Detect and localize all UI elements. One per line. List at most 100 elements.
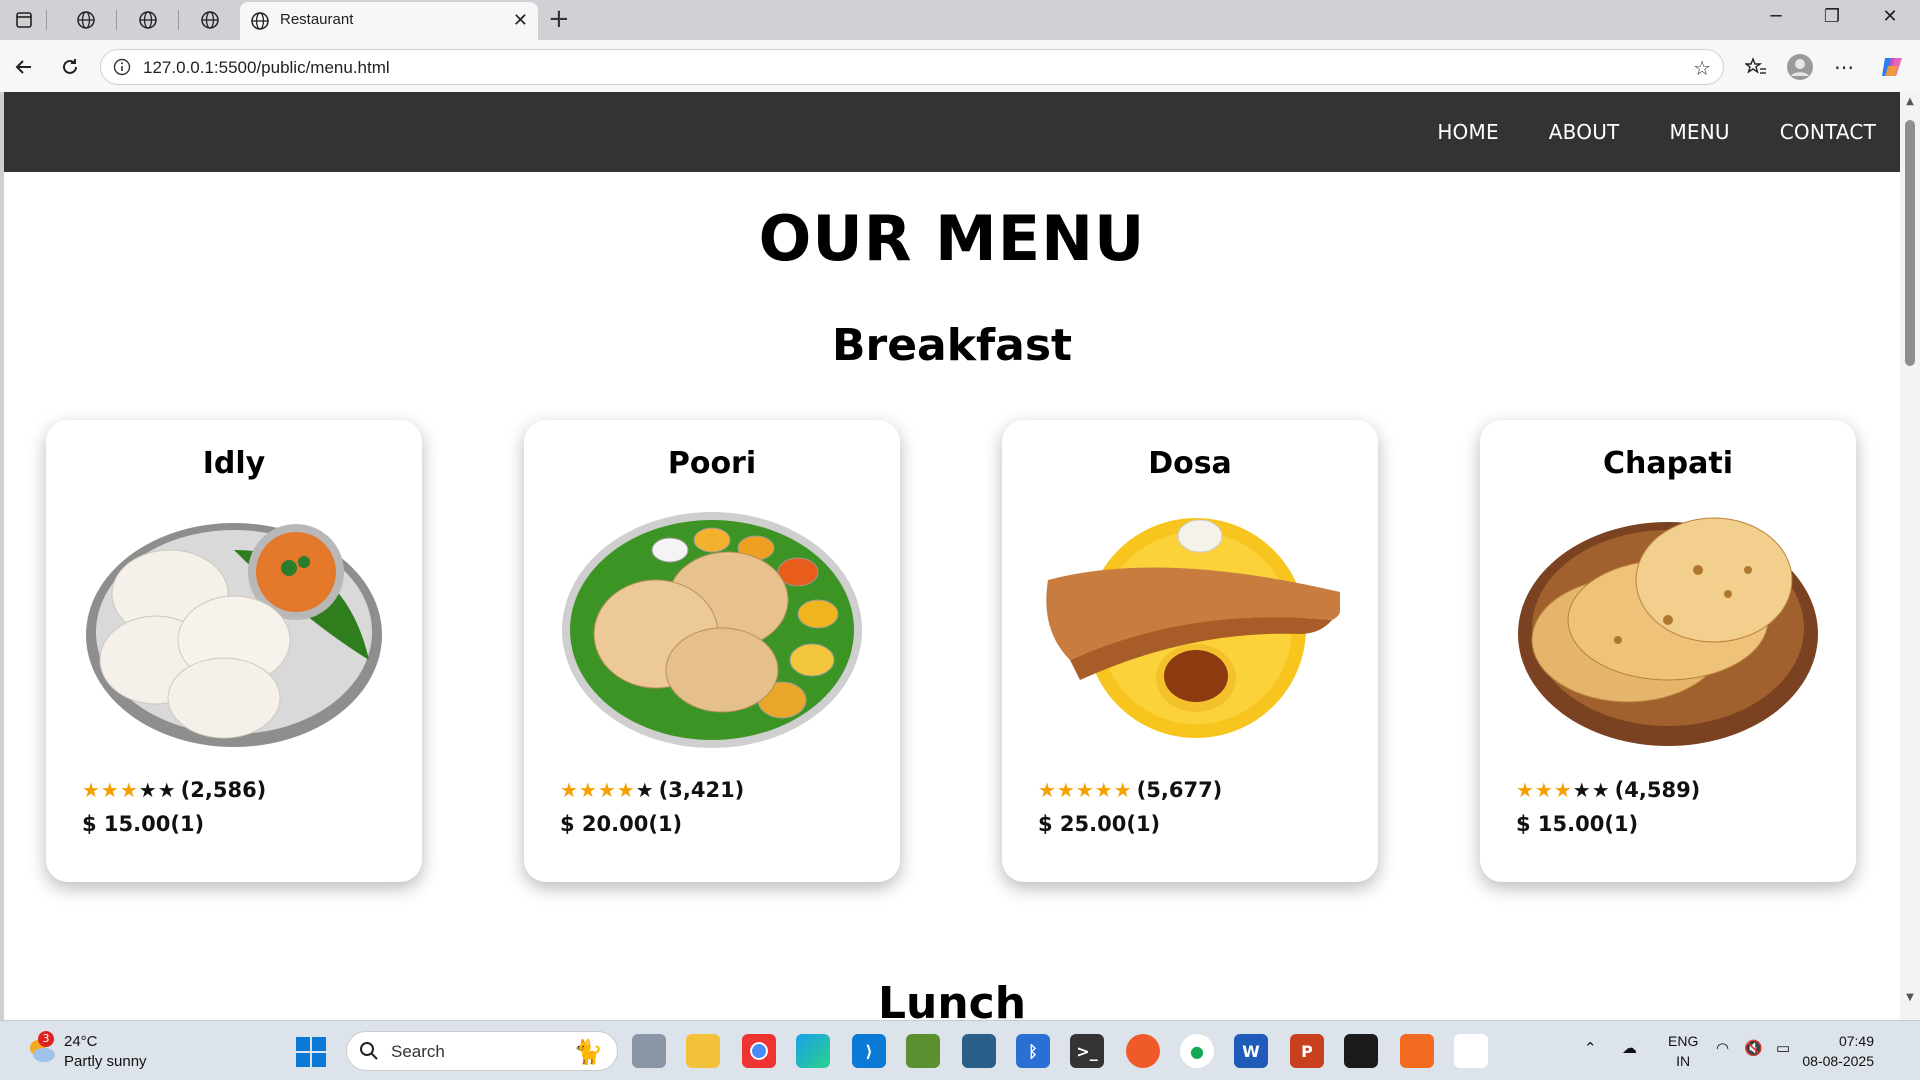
globe-icon[interactable] (192, 7, 228, 33)
refresh-icon[interactable] (56, 53, 84, 81)
search-placeholder: Search (391, 1042, 445, 1061)
wifi-icon[interactable]: ◠ (1716, 1039, 1729, 1057)
mongodb-compass-icon[interactable]: ● (1180, 1034, 1214, 1068)
show-hidden-icons-icon[interactable]: ⌃ (1584, 1039, 1597, 1057)
profile-avatar-icon[interactable] (1786, 53, 1814, 81)
mysql-workbench-icon[interactable] (962, 1034, 996, 1068)
page-viewport: HOME ABOUT MENU CONTACT OUR MENU Breakfa… (4, 92, 1900, 1020)
edge-icon[interactable] (796, 1034, 830, 1068)
back-icon[interactable] (10, 53, 38, 81)
menu-item-name: Poori (667, 446, 757, 481)
review-count: (2,586) (180, 778, 267, 802)
weather-condition: Partly sunny (64, 1053, 147, 1070)
onedrive-icon[interactable]: ☁ (1622, 1039, 1637, 1057)
vscode-icon[interactable]: ⟩ (852, 1034, 886, 1068)
nav-home-link[interactable]: HOME (1437, 120, 1498, 144)
site-navbar: HOME ABOUT MENU CONTACT (4, 92, 1900, 172)
system-clock[interactable]: 07:49 08-08-2025 (1802, 1031, 1874, 1071)
tab-separator (46, 10, 47, 30)
bluetooth-icon[interactable]: ᛒ (1016, 1034, 1050, 1068)
favorites-icon[interactable] (1742, 53, 1770, 81)
menu-item-name: Dosa (1148, 446, 1232, 481)
search-icon (359, 1041, 379, 1065)
chapati-plate-icon (1518, 517, 1818, 746)
menu-item-name: Idly (202, 446, 266, 481)
price: $ 15.00(1) (82, 812, 205, 836)
battery-icon[interactable]: ▭ (1776, 1039, 1790, 1057)
globe-icon[interactable] (130, 7, 166, 33)
page-title: OUR MENU (758, 202, 1146, 275)
tab-separator (116, 10, 117, 30)
copilot-icon[interactable] (1878, 53, 1906, 81)
browser-tab-strip: Restaurant ✕ + ─ ❐ ✕ (0, 0, 1920, 40)
star-rating-icons: ★★★★★ (82, 778, 177, 802)
active-tab[interactable]: Restaurant ✕ (240, 2, 538, 40)
price: $ 20.00(1) (560, 812, 683, 836)
star-rating-icons: ★★★★★ (560, 778, 655, 802)
star-rating-icons: ★★★★★ (1038, 778, 1133, 802)
xampp-icon[interactable] (1400, 1034, 1434, 1068)
language-indicator[interactable]: ENG IN (1668, 1031, 1698, 1071)
cat-icon: 🐈 (573, 1038, 603, 1066)
section-heading-breakfast: Breakfast (831, 320, 1073, 371)
more-options-icon[interactable]: ⋯ (1830, 53, 1858, 81)
star-rating-icons: ★★★★★ (1516, 778, 1611, 802)
postman-icon[interactable] (1126, 1034, 1160, 1068)
new-tab-icon[interactable]: + (548, 4, 570, 34)
windows-start-icon[interactable] (296, 1037, 326, 1067)
menu-card[interactable]: Dosa ★★★★★ (5,677) $ 25.00(1) (1002, 420, 1378, 882)
minimize-icon[interactable]: ─ (1756, 6, 1796, 27)
review-count: (4,589) (1614, 778, 1701, 802)
weather-temp: 24°C (64, 1033, 98, 1050)
image-viewer-icon[interactable] (906, 1034, 940, 1068)
rating: ★★★★★ (5,677) (1038, 778, 1222, 802)
nav-contact-link[interactable]: CONTACT (1780, 120, 1876, 144)
url-text: 127.0.0.1:5500/public/menu.html (143, 58, 390, 77)
review-count: (5,677) (1136, 778, 1223, 802)
microsoft-store-icon[interactable] (1454, 1034, 1488, 1068)
command-prompt-icon[interactable] (1344, 1034, 1378, 1068)
language-region: IN (1676, 1053, 1691, 1069)
site-info-icon[interactable] (113, 58, 131, 80)
globe-icon (250, 11, 270, 35)
close-window-icon[interactable]: ✕ (1870, 6, 1910, 27)
clock-date: 08-08-2025 (1802, 1053, 1874, 1069)
restore-icon[interactable]: ❐ (1812, 6, 1852, 27)
price: $ 15.00(1) (1516, 812, 1639, 836)
poori-thali-icon (562, 512, 862, 748)
address-bar[interactable]: 127.0.0.1:5500/public/menu.html ☆ (100, 49, 1724, 85)
terminal-icon[interactable]: >_ (1070, 1034, 1104, 1068)
volume-muted-icon[interactable]: 🔇 (1744, 1039, 1763, 1057)
weather-badge: 3 (38, 1031, 54, 1047)
word-icon[interactable]: W (1234, 1034, 1268, 1068)
scroll-down-icon[interactable]: ▼ (1904, 992, 1916, 1003)
file-explorer-icon[interactable] (686, 1034, 720, 1068)
nav-menu-link[interactable]: MENU (1669, 120, 1729, 144)
rating: ★★★★★ (3,421) (560, 778, 744, 802)
nav-about-link[interactable]: ABOUT (1549, 120, 1620, 144)
language-code: ENG (1668, 1033, 1699, 1049)
close-tab-icon[interactable]: ✕ (513, 10, 528, 31)
section-heading-lunch: Lunch (877, 978, 1027, 1020)
page-scrollbar[interactable]: ▲ ▼ (1900, 92, 1920, 1020)
scroll-up-icon[interactable]: ▲ (1904, 96, 1916, 107)
rating: ★★★★★ (4,589) (1516, 778, 1700, 802)
scroll-thumb[interactable] (1905, 120, 1915, 366)
taskbar-search[interactable]: Search 🐈 (346, 1031, 618, 1071)
menu-card[interactable]: Poori ★★★★★ (3,421) $ 20.00(1) (524, 420, 900, 882)
nav-links: HOME ABOUT MENU CONTACT (1437, 92, 1876, 172)
chrome-icon[interactable] (742, 1034, 776, 1068)
tab-title: Restaurant (280, 11, 354, 28)
clock-time: 07:49 (1838, 1033, 1874, 1049)
menu-card[interactable]: Chapati ★★★★★ (4,589) $ 15.00(1) (1480, 420, 1856, 882)
powerpoint-icon[interactable]: P (1290, 1034, 1324, 1068)
globe-icon[interactable] (68, 7, 104, 33)
dosa-plate-icon (1046, 518, 1340, 738)
tab-actions-icon[interactable] (6, 7, 42, 33)
task-view-icon[interactable] (632, 1034, 666, 1068)
menu-card[interactable]: Idly ★★★★★ (2,586) $ 15.00(1) (46, 420, 422, 882)
favorite-star-icon[interactable]: ☆ (1693, 56, 1711, 80)
idly-plate-icon (86, 523, 382, 747)
rating: ★★★★★ (2,586) (82, 778, 266, 802)
tab-separator (178, 10, 179, 30)
